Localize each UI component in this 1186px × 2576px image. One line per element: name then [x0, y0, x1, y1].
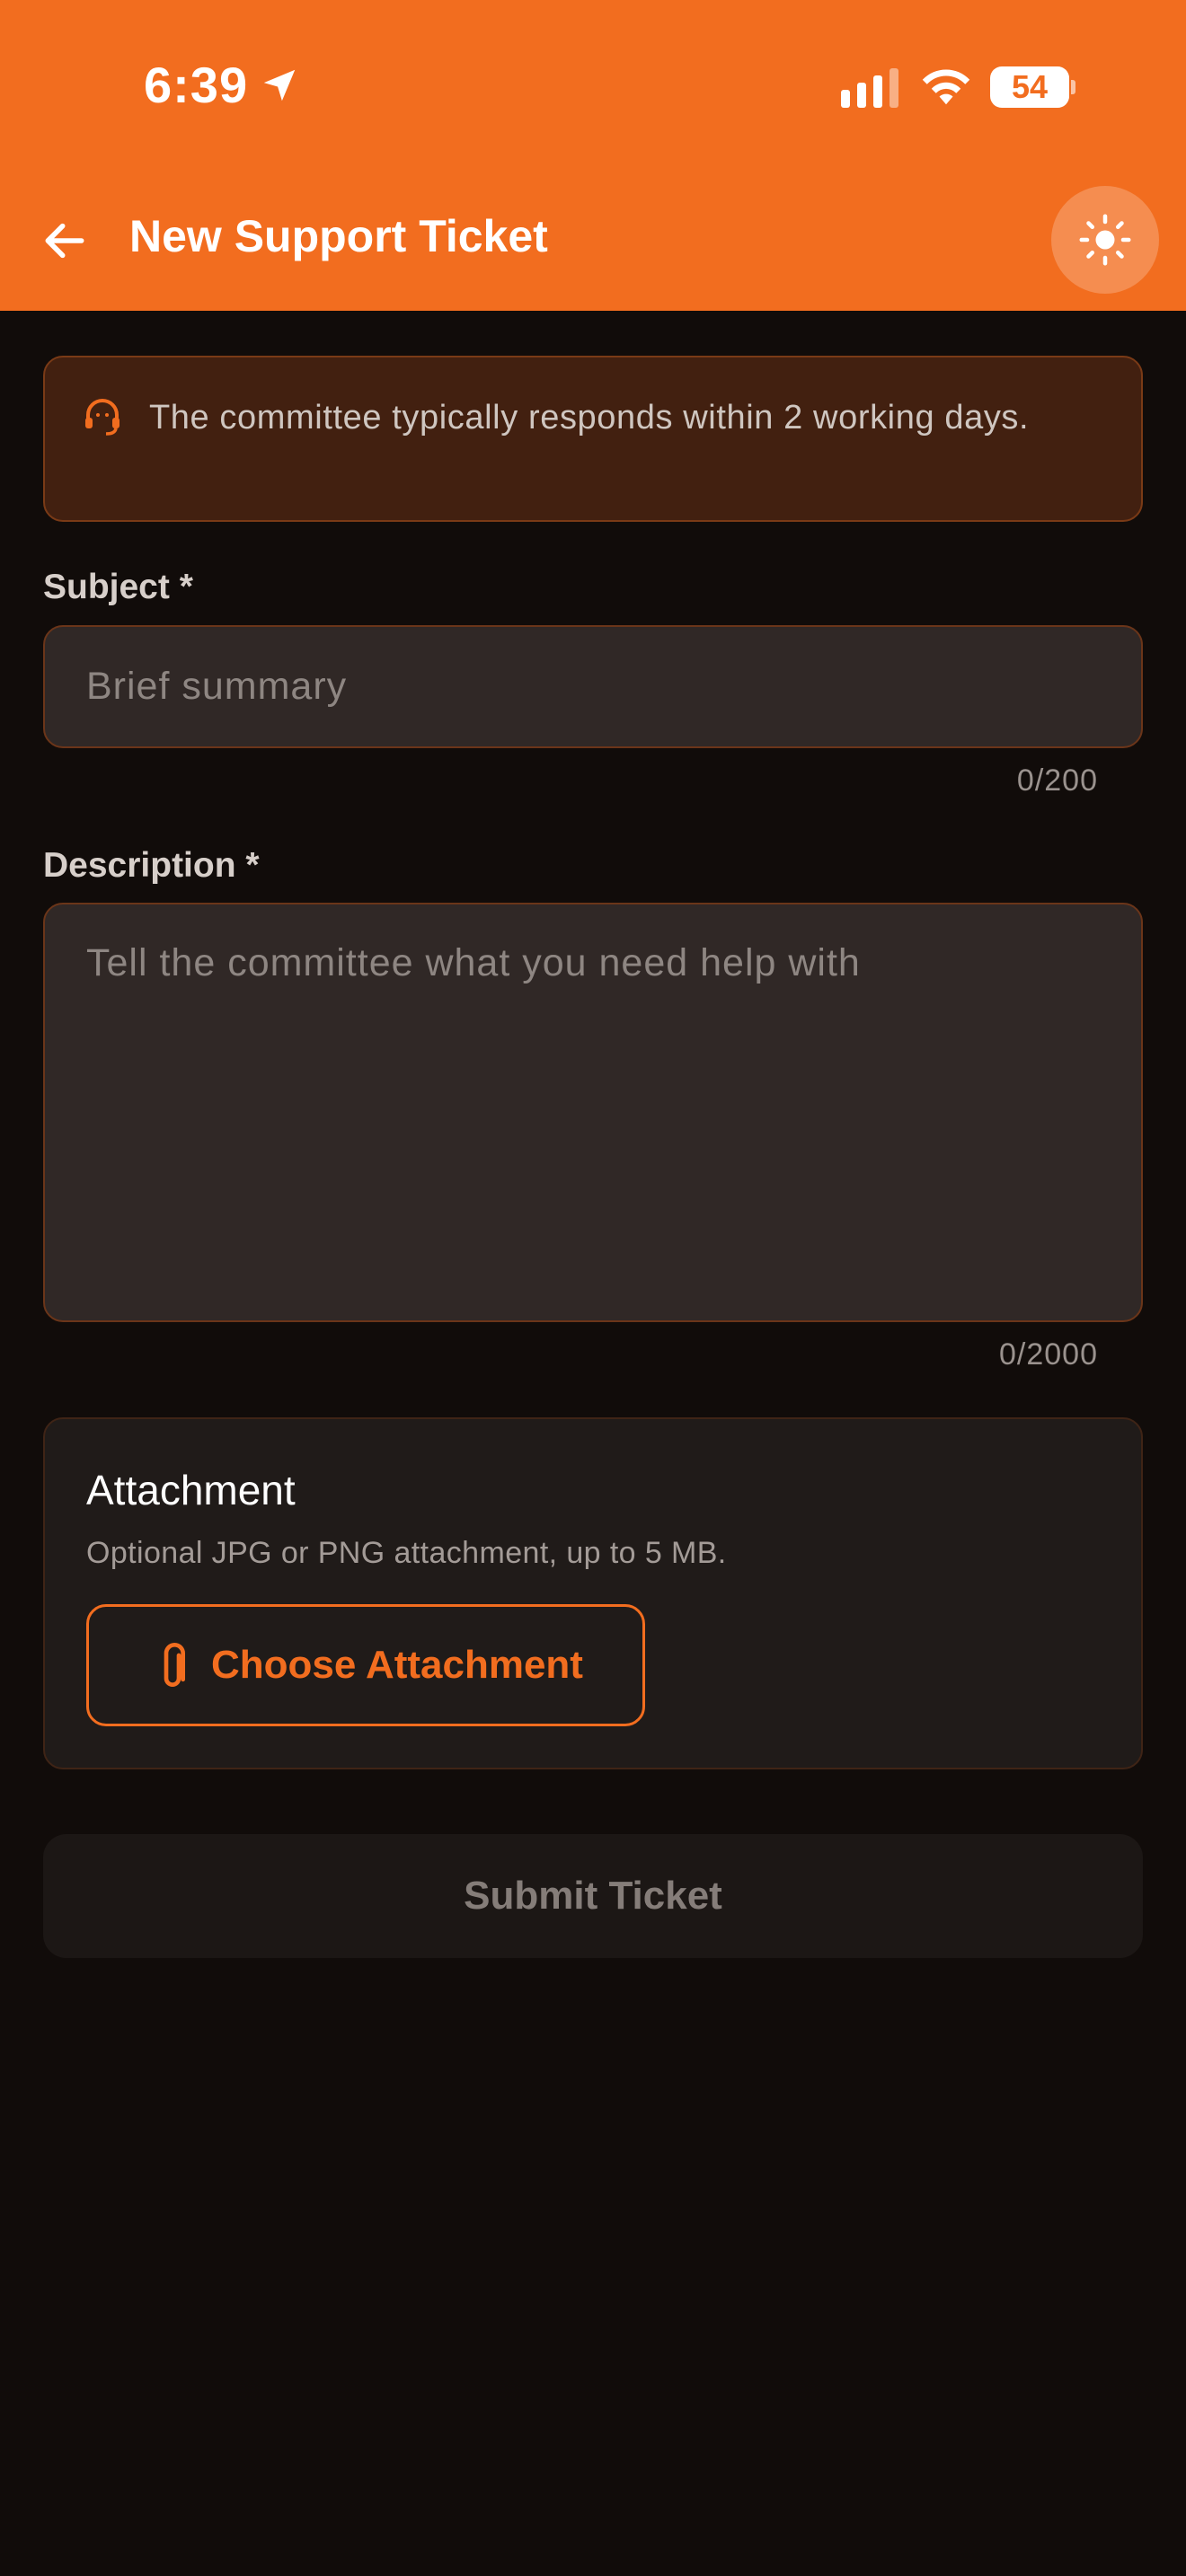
- sun-icon: [1079, 214, 1131, 266]
- battery-icon: 54: [990, 66, 1075, 108]
- attachment-hint: Optional JPG or PNG attachment, up to 5 …: [86, 1536, 727, 1570]
- paperclip-icon: [164, 1643, 185, 1687]
- page-title: New Support Ticket: [129, 211, 548, 261]
- description-label: Description *: [43, 846, 260, 885]
- battery-level: 54: [1011, 68, 1049, 105]
- new-support-ticket-screen: 6:39 54 New Support Ticket The committee…: [0, 0, 1186, 2576]
- choose-attachment-button[interactable]: Choose Attachment: [86, 1604, 645, 1726]
- arrow-left-icon[interactable]: [40, 216, 90, 266]
- submit-ticket-button[interactable]: Submit Ticket: [43, 1834, 1143, 1958]
- status-time: 6:39: [144, 57, 249, 113]
- attachment-card: Attachment Optional JPG or PNG attachmen…: [43, 1417, 1143, 1769]
- subject-char-counter: 0/200: [1016, 763, 1098, 798]
- cellular-signal-icon: [841, 68, 898, 108]
- banner-text: The committee typically responds within …: [149, 399, 1030, 437]
- attachment-title: Attachment: [86, 1467, 296, 1513]
- subject-label: Subject *: [43, 568, 193, 606]
- subject-input[interactable]: [43, 625, 1143, 748]
- wifi-icon: [922, 69, 970, 105]
- headset-icon: [85, 399, 119, 436]
- submit-ticket-label: Submit Ticket: [464, 1874, 722, 1918]
- location-arrow-icon: [263, 69, 296, 101]
- description-char-counter: 0/2000: [999, 1337, 1098, 1372]
- app-header: 6:39 54 New Support Ticket: [0, 0, 1186, 311]
- theme-toggle-button[interactable]: [1051, 186, 1159, 294]
- response-time-banner: The committee typically responds within …: [43, 356, 1143, 522]
- description-textarea[interactable]: [43, 903, 1143, 1322]
- choose-attachment-label: Choose Attachment: [211, 1643, 583, 1687]
